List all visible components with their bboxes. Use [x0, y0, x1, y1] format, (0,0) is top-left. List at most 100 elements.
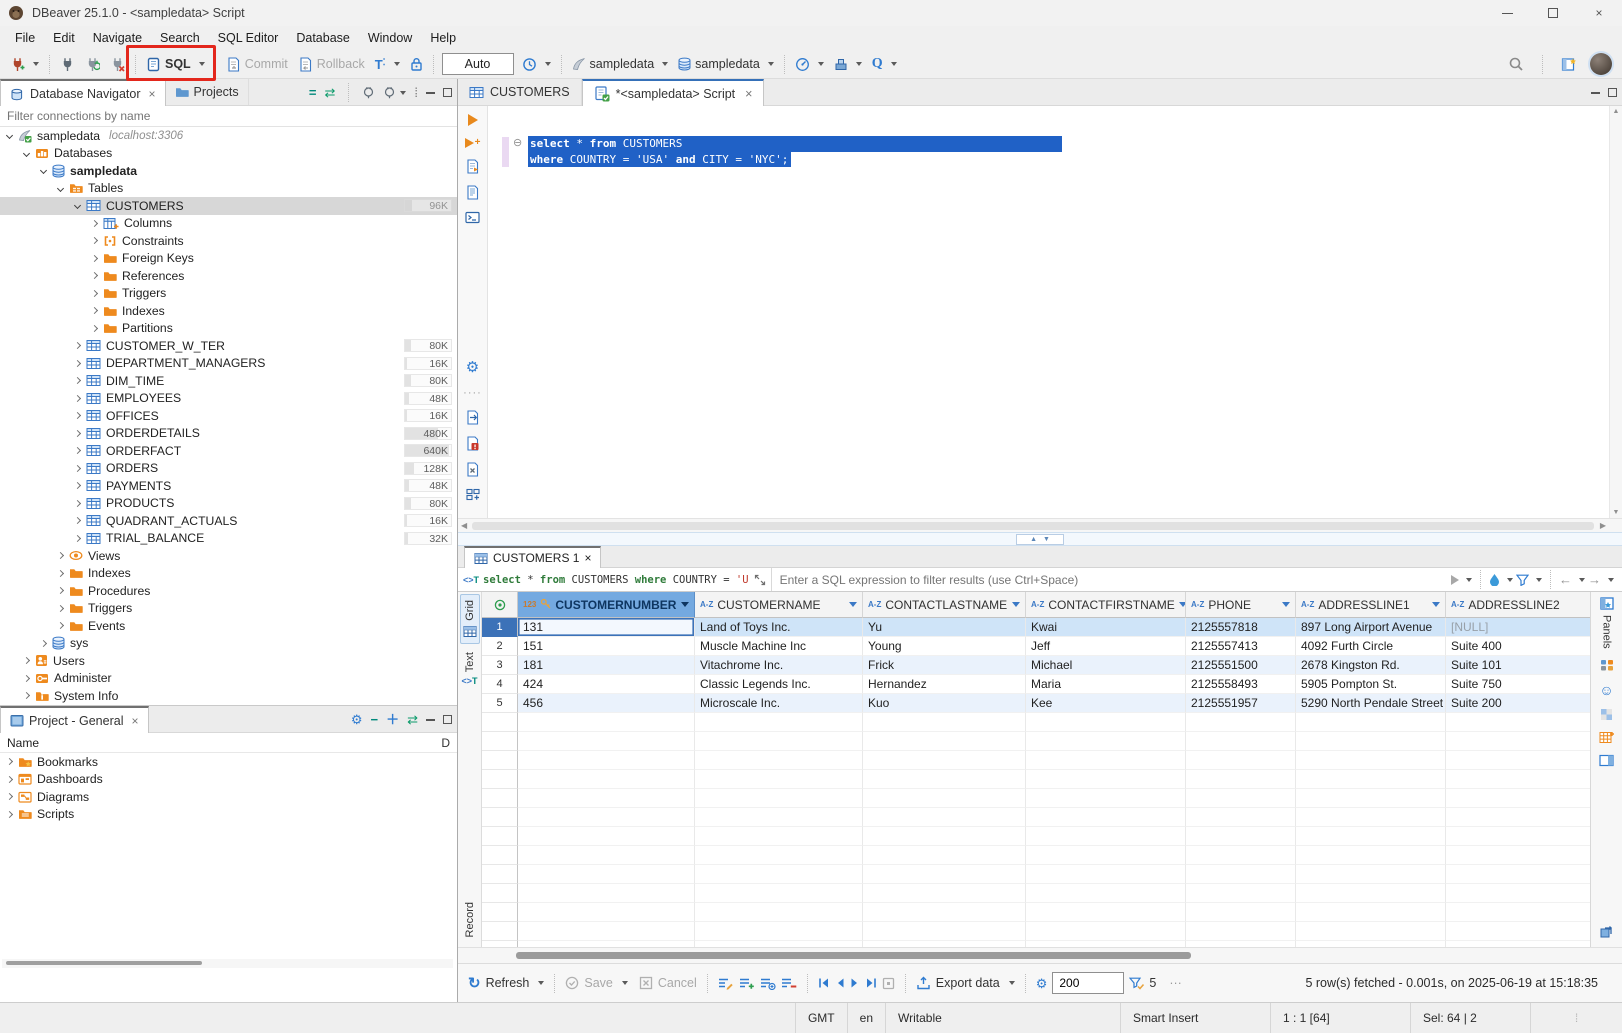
collapse-all-icon[interactable]: =	[309, 86, 317, 99]
chevron-right-icon[interactable]	[91, 325, 98, 332]
refresh-button[interactable]: Refresh	[486, 976, 530, 990]
tab-customers-1[interactable]: CUSTOMERS 1×	[464, 546, 601, 568]
export-data-button[interactable]: Export data	[936, 976, 1000, 990]
project-columns-header[interactable]: Name D	[0, 733, 457, 753]
presentation-grid-tab[interactable]: Grid	[460, 594, 480, 644]
chevron-right-icon[interactable]	[74, 482, 81, 489]
tree-item-users[interactable]: Users	[0, 652, 457, 670]
status-selection[interactable]: Sel: 64 | 2	[1410, 1003, 1530, 1033]
fetch-segment-icon[interactable]	[1129, 977, 1144, 990]
apply-filter-icon[interactable]	[1451, 575, 1459, 585]
result-filter-input[interactable]	[772, 568, 1443, 591]
menu-database[interactable]: Database	[287, 26, 359, 50]
output-icon[interactable]	[465, 410, 480, 425]
chevron-right-icon[interactable]	[91, 237, 98, 244]
driver-manager-button[interactable]	[829, 54, 867, 74]
commit-mode-select[interactable]: Auto	[442, 53, 514, 75]
chevron-right-icon[interactable]	[57, 605, 64, 612]
new-connection-button[interactable]	[5, 54, 44, 75]
cell-customernumber[interactable]: 456	[518, 694, 695, 713]
execute-new-tab-icon[interactable]: +	[465, 137, 481, 148]
tree-item-events[interactable]: Events	[0, 617, 457, 635]
cell-addressline2[interactable]: [NULL]	[1446, 618, 1590, 637]
transaction-lock-button[interactable]	[405, 54, 428, 74]
tab-projects[interactable]: Projects	[166, 79, 249, 105]
chevron-right-icon[interactable]	[6, 793, 13, 800]
column-filter-dropdown-icon[interactable]	[1282, 602, 1290, 607]
expand-all-icon[interactable]: ＋	[386, 713, 399, 726]
menu-search[interactable]: Search	[151, 26, 209, 50]
tree-item-administer[interactable]: Administer	[0, 670, 457, 688]
table-row[interactable]: 3181Vitachrome Inc.FrickMichael212555150…	[482, 656, 1590, 675]
sql-text[interactable]: select * from CUSTOMERSwhere COUNTRY = '…	[528, 136, 1062, 167]
presentation-text-tab[interactable]: Text <>T	[460, 647, 480, 691]
new-sql-editor-button[interactable]: SQL	[141, 54, 210, 75]
column-filter-dropdown-icon[interactable]	[849, 602, 857, 607]
cell-phone[interactable]: 2125551957	[1186, 694, 1296, 713]
sql-line-2[interactable]: where COUNTRY = 'USA' and CITY = 'NYC';	[528, 152, 1062, 168]
rollback-button[interactable]: Rollback	[293, 54, 370, 75]
select-all-corner[interactable]	[482, 592, 518, 618]
close-icon[interactable]: ×	[584, 551, 591, 565]
row-number[interactable]: 1	[482, 618, 518, 637]
filter-settings-icon[interactable]	[1516, 574, 1529, 586]
tree-item-sampledata[interactable]: sampledatalocalhost:3306	[0, 127, 457, 145]
cell-addressline1[interactable]: 5905 Pompton St.	[1296, 675, 1446, 694]
references-panel-icon[interactable]	[1599, 754, 1614, 767]
menu-window[interactable]: Window	[359, 26, 421, 50]
toggle-record-icon[interactable]	[882, 977, 895, 990]
tree-item-trial-balance[interactable]: TRIAL_BALANCE32K	[0, 530, 457, 548]
panels-icon[interactable]	[1599, 596, 1615, 611]
minimize-panel-icon[interactable]	[426, 718, 435, 721]
last-row-icon[interactable]	[865, 977, 877, 989]
maximize-panel-icon[interactable]	[443, 88, 452, 97]
tree-item-customers[interactable]: CUSTOMERS96K	[0, 197, 457, 215]
cell-phone[interactable]: 2125558493	[1186, 675, 1296, 694]
chevron-right-icon[interactable]	[74, 342, 81, 349]
cell-phone[interactable]: 2125557818	[1186, 618, 1296, 637]
link-with-editor-icon[interactable]: ⇄	[324, 86, 335, 99]
connect-button[interactable]	[55, 54, 80, 75]
editor-tab--sampledata-script[interactable]: *<sampledata> Script×	[582, 79, 765, 106]
minimize-button[interactable]	[1484, 0, 1530, 26]
tree-item-indexes[interactable]: Indexes	[0, 565, 457, 583]
column-filter-dropdown-icon[interactable]	[1012, 602, 1020, 607]
chevron-right-icon[interactable]	[74, 360, 81, 367]
maximize-button[interactable]	[1530, 0, 1576, 26]
overflow-menu-icon[interactable]: ···	[1169, 976, 1182, 990]
chevron-right-icon[interactable]	[74, 465, 81, 472]
filter-history-back-icon[interactable]: ←	[1559, 572, 1572, 587]
maximize-editor-icon[interactable]	[1608, 88, 1617, 97]
editor-tab-customers[interactable]: CUSTOMERS	[458, 79, 582, 105]
column-header-customernumber[interactable]: 123CUSTOMERNUMBER	[518, 592, 695, 618]
refresh-icon[interactable]: ↻	[468, 974, 481, 992]
filter-history-forward-icon[interactable]: →	[1588, 572, 1601, 587]
connection-selector[interactable]: sampledata	[567, 54, 674, 74]
tree-item-payments[interactable]: PAYMENTS48K	[0, 477, 457, 495]
tree-item-products[interactable]: PRODUCTS80K	[0, 495, 457, 513]
tree-item-employees[interactable]: EMPLOYEES48K	[0, 390, 457, 408]
cell-customernumber[interactable]: 181	[518, 656, 695, 675]
chevron-right-icon[interactable]	[74, 430, 81, 437]
cell-addressline1[interactable]: 897 Long Airport Avenue	[1296, 618, 1446, 637]
status-language[interactable]: en	[847, 1003, 885, 1033]
chevron-right-icon[interactable]	[57, 570, 64, 577]
delete-row-icon[interactable]	[781, 977, 797, 990]
quick-search-button[interactable]	[1503, 53, 1529, 75]
reconnect-button[interactable]	[80, 54, 105, 75]
fold-collapse-icon[interactable]: ⊖	[513, 136, 522, 149]
close-icon[interactable]: ×	[745, 87, 752, 101]
cell-customername[interactable]: Vitachrome Inc.	[695, 656, 863, 675]
cancel-button[interactable]: Cancel	[658, 976, 697, 990]
data-grid[interactable]: 123CUSTOMERNUMBERA-ZCUSTOMERNAMEA-ZCONTA…	[482, 592, 1590, 947]
cell-contactfirstname[interactable]: Michael	[1026, 656, 1186, 675]
row-number[interactable]: 4	[482, 675, 518, 694]
tree-item-orderdetails[interactable]: ORDERDETAILS480K	[0, 425, 457, 443]
cell-customernumber[interactable]: 424	[518, 675, 695, 694]
cell-addressline1[interactable]: 5290 North Pendale Street	[1296, 694, 1446, 713]
sql-editor[interactable]: + ⚙ ···· ⊖ select * from CUSTOMERSwhere …	[458, 106, 1622, 518]
tree-item-orders[interactable]: ORDERS128K	[0, 460, 457, 478]
column-header-contactlastname[interactable]: A-ZCONTACTLASTNAME	[863, 592, 1026, 618]
editor-settings-icon[interactable]: ⚙	[466, 358, 479, 376]
chevron-right-icon[interactable]	[74, 500, 81, 507]
